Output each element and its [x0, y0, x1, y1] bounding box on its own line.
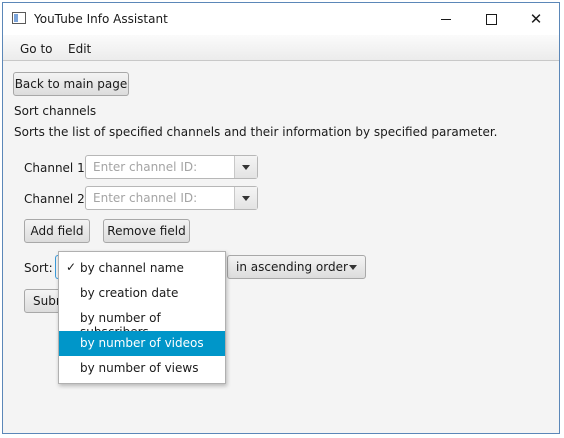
title-bar[interactable]: YouTube Info Assistant ✕ [3, 3, 559, 35]
order-select[interactable]: in ascending order [227, 255, 366, 279]
menu-edit[interactable]: Edit [68, 42, 91, 56]
app-window-icon [12, 12, 26, 24]
sort-option-views[interactable]: by number of views [59, 356, 225, 381]
channel-1-label: Channel 1: [24, 161, 89, 175]
remove-field-button[interactable]: Remove field [103, 219, 190, 243]
channel-2-placeholder: Enter channel ID: [93, 191, 198, 205]
maximize-icon [485, 13, 497, 25]
chevron-down-icon [242, 196, 250, 201]
check-icon: ✓ [66, 260, 77, 274]
maximize-button[interactable] [468, 3, 514, 35]
add-field-button[interactable]: Add field [24, 219, 90, 243]
sort-option-videos[interactable]: by number of videos [59, 331, 225, 356]
sort-dropdown-popup[interactable]: ✓ by channel name by creation date by nu… [58, 251, 226, 384]
close-icon: ✕ [529, 9, 543, 28]
minimize-icon [441, 18, 451, 20]
channel-2-combo[interactable]: Enter channel ID: [85, 186, 258, 210]
minimize-button[interactable] [423, 3, 469, 35]
chevron-down-icon [242, 165, 250, 170]
channel-1-dropdown-button[interactable] [234, 156, 257, 178]
page-heading: Sort channels [14, 104, 97, 118]
close-button[interactable]: ✕ [513, 3, 559, 35]
app-window: YouTube Info Assistant ✕ Go to Edit Back… [2, 2, 560, 434]
window-title: YouTube Info Assistant [34, 12, 168, 26]
sort-option-channel-name[interactable]: ✓ by channel name [59, 256, 225, 281]
menu-go-to[interactable]: Go to [20, 42, 53, 56]
sort-option-subscribers[interactable]: by number of subscribers [59, 306, 225, 339]
channel-2-dropdown-button[interactable] [234, 187, 257, 209]
channel-1-placeholder: Enter channel ID: [93, 160, 198, 174]
chevron-down-icon [349, 265, 357, 270]
sort-option-creation-date[interactable]: by creation date [59, 281, 225, 306]
sort-label: Sort: [24, 261, 53, 275]
order-select-value: in ascending order [236, 260, 348, 274]
channel-2-label: Channel 2: [24, 192, 89, 206]
page-description: Sorts the list of specified channels and… [14, 125, 498, 139]
back-to-main-button[interactable]: Back to main page [13, 72, 129, 96]
menu-bar: Go to Edit [3, 35, 559, 61]
channel-1-combo[interactable]: Enter channel ID: [85, 155, 258, 179]
